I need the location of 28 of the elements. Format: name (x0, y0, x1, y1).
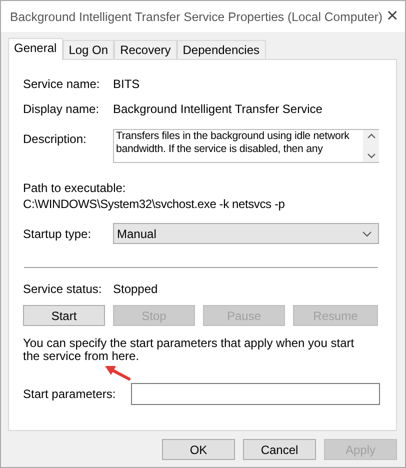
field-value: Background Intelligent Transfer Service (113, 102, 322, 116)
field-label: Path to executable: (23, 181, 127, 195)
path-text: C:\WINDOWS\System32\svchost.exe -k netsvcs -p (23, 197, 286, 211)
field-label: Service name: (23, 77, 101, 91)
scroll-down-icon[interactable] (366, 153, 376, 159)
close-button[interactable]: × (382, 5, 402, 28)
dialog-button[interactable]: OK (162, 439, 235, 460)
description-box[interactable]: Transfers files in the background using idle network bandwidth. If the service is disabled, then any (113, 129, 379, 163)
field-value: BITS (113, 77, 140, 91)
arrow-icon (105, 365, 131, 381)
dialog-button[interactable]: Cancel (243, 439, 316, 460)
tab[interactable]: Recovery (114, 40, 177, 59)
tab[interactable]: General (8, 38, 63, 60)
chevron-down-icon (362, 230, 372, 236)
startup-type-dropdown[interactable]: Manual (113, 223, 379, 244)
service-control-button[interactable]: Start (23, 305, 105, 326)
scroll-up-icon[interactable] (366, 133, 376, 139)
field-label: Start parameters: (23, 387, 117, 401)
field-label: Service status: (23, 282, 103, 296)
window-title: Background Intelligent Transfer Service Properties (Local Computer) (10, 10, 382, 24)
tab[interactable]: Log On (62, 40, 114, 59)
field-label: Display name: (23, 102, 100, 116)
tab[interactable]: Dependencies (176, 40, 266, 59)
status-value: Stopped (113, 282, 158, 296)
field-label: Startup type: (23, 226, 92, 240)
start-parameters-field[interactable] (131, 383, 380, 405)
hint-text: You can specify the start parameters that apply when you start the service from here. (23, 337, 356, 363)
field-label: Description: (23, 132, 88, 146)
